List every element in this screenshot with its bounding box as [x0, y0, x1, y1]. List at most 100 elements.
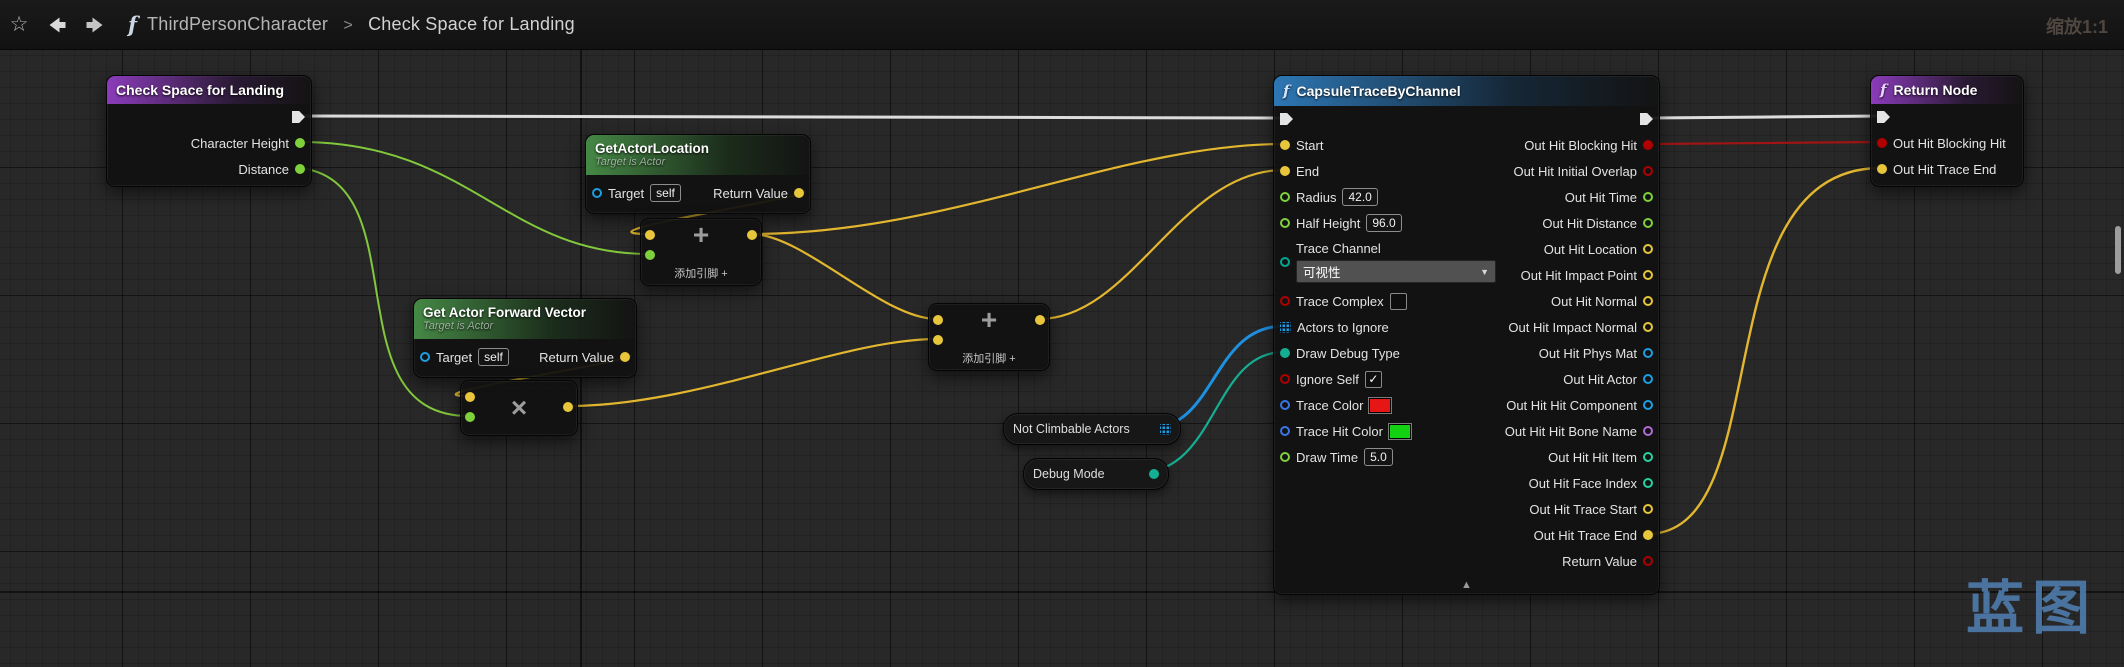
node-title: Get Actor Forward Vector: [423, 305, 587, 320]
exec-out-pin[interactable]: [292, 111, 305, 123]
out-hit-location-pin[interactable]: [1643, 244, 1653, 254]
ignore-self-pin[interactable]: [1280, 374, 1290, 384]
trace-color-swatch[interactable]: [1369, 397, 1392, 413]
target-pin[interactable]: [420, 352, 430, 362]
add-icon: +: [692, 219, 710, 250]
zoom-level-indicator: 缩放1:1: [2045, 17, 2108, 37]
end-pin[interactable]: [1280, 166, 1290, 176]
actor-array-pin[interactable]: [1160, 423, 1171, 435]
add-pin-button[interactable]: 添加引脚 +: [929, 350, 1049, 366]
output-pin[interactable]: [1035, 315, 1045, 325]
target-pin[interactable]: [592, 188, 602, 198]
character-height-pin[interactable]: [295, 138, 305, 148]
collapse-node-arrow[interactable]: ▲: [1274, 579, 1659, 591]
not-climbable-actors-node[interactable]: Not Climbable Actors: [1003, 413, 1181, 445]
vertical-scrollbar-thumb[interactable]: [2115, 226, 2121, 274]
node-header: Get Actor Forward Vector Target is Actor: [414, 299, 636, 339]
ignore-self-checkbox[interactable]: ✓: [1364, 370, 1382, 388]
target-value-box[interactable]: self: [650, 184, 681, 202]
return-node[interactable]: f Return Node Out Hit Blocking Hit Out H…: [1870, 75, 2024, 187]
radius-pin[interactable]: [1280, 192, 1290, 202]
output-pin[interactable]: [563, 402, 573, 412]
pin-label: Draw Time: [1296, 449, 1359, 465]
draw-debug-type-pin[interactable]: [1280, 348, 1290, 358]
pin-row-out-hit-blocking-hit: Out Hit Blocking Hit: [1871, 130, 2023, 156]
out-hit-face-index-pin[interactable]: [1643, 478, 1653, 488]
input-b-pin[interactable]: [933, 335, 943, 345]
pin-row-out-impact-normal: Out Hit Impact Normal: [1486, 314, 1659, 340]
out-hit-hit-bone-name-pin[interactable]: [1643, 426, 1653, 436]
exec-out-pin[interactable]: [1640, 113, 1653, 125]
trace-complex-pin[interactable]: [1280, 296, 1290, 306]
radius-value-input[interactable]: 42.0: [1342, 188, 1378, 206]
breadcrumb-item-function[interactable]: Check Space for Landing: [368, 14, 575, 34]
pin-label: Out Hit Hit Bone Name: [1504, 423, 1637, 439]
multiply-node[interactable]: ×: [460, 380, 578, 436]
target-value-box[interactable]: self: [478, 348, 509, 366]
input-a-pin[interactable]: [465, 392, 475, 402]
input-a-pin[interactable]: [645, 230, 655, 240]
node-header: GetActorLocation Target is Actor: [586, 135, 810, 175]
half-height-value-input[interactable]: 96.0: [1366, 214, 1402, 232]
out-hit-normal-pin[interactable]: [1643, 296, 1653, 306]
out-hit-blocking-hit-pin[interactable]: [1643, 140, 1653, 150]
trace-channel-pin[interactable]: [1280, 257, 1290, 267]
out-hit-trace-end-pin[interactable]: [1877, 164, 1887, 174]
exec-out-row: [107, 104, 311, 130]
out-hit-blocking-hit-pin[interactable]: [1877, 138, 1887, 148]
navigate-back-button[interactable]: [38, 0, 76, 49]
pin-row-ignore-self: Ignore Self ✓: [1274, 366, 1486, 392]
vector-add-node-1[interactable]: + 添加引脚 +: [640, 218, 762, 286]
exec-in-pin[interactable]: [1280, 113, 1293, 125]
favorite-button[interactable]: ☆: [0, 0, 38, 49]
out-hit-actor-pin[interactable]: [1643, 374, 1653, 384]
draw-time-value-input[interactable]: 5.0: [1364, 448, 1393, 466]
trace-hit-color-swatch[interactable]: [1388, 423, 1411, 439]
out-hit-impact-normal-pin[interactable]: [1643, 322, 1653, 332]
pin-row-out-normal: Out Hit Normal: [1486, 288, 1659, 314]
pin-row-distance: Distance: [107, 156, 311, 182]
blueprint-graph-canvas[interactable]: [0, 49, 2124, 667]
get-actor-forward-vector-node[interactable]: Get Actor Forward Vector Target is Actor…: [413, 298, 637, 378]
navigate-forward-button[interactable]: [76, 0, 114, 49]
out-hit-impact-point-pin[interactable]: [1643, 270, 1653, 280]
out-hit-time-pin[interactable]: [1643, 192, 1653, 202]
debug-mode-node[interactable]: Debug Mode: [1023, 458, 1169, 490]
input-a-pin[interactable]: [933, 315, 943, 325]
graph-breadcrumb-bar: ☆ f ThirdPersonCharacter > Check Space f…: [0, 0, 2124, 50]
out-hit-trace-start-pin[interactable]: [1643, 504, 1653, 514]
out-hit-trace-end-pin[interactable]: [1643, 530, 1653, 540]
input-b-pin[interactable]: [465, 412, 475, 422]
enum-output-pin[interactable]: [1149, 469, 1159, 479]
draw-time-pin[interactable]: [1280, 452, 1290, 462]
exec-in-pin[interactable]: [1877, 111, 1890, 123]
out-hit-phys-mat-pin[interactable]: [1643, 348, 1653, 358]
trace-hit-color-pin[interactable]: [1280, 426, 1290, 436]
out-hit-hit-item-pin[interactable]: [1643, 452, 1653, 462]
capsule-trace-by-channel-node[interactable]: f CapsuleTraceByChannel Start End Radius…: [1273, 75, 1660, 595]
return-value-pin[interactable]: [794, 188, 804, 198]
breadcrumb-item-blueprint[interactable]: ThirdPersonCharacter: [147, 14, 328, 34]
actors-to-ignore-pin[interactable]: [1280, 321, 1291, 333]
pin-row-out-phys-mat: Out Hit Phys Mat: [1486, 340, 1659, 366]
add-pin-button[interactable]: 添加引脚 +: [641, 265, 761, 281]
return-value-pin[interactable]: [620, 352, 630, 362]
output-pin[interactable]: [747, 230, 757, 240]
check-space-for-landing-node[interactable]: Check Space for Landing Character Height…: [106, 75, 312, 187]
return-value-pin[interactable]: [1643, 556, 1653, 566]
input-b-pin[interactable]: [645, 250, 655, 260]
trace-color-pin[interactable]: [1280, 400, 1290, 410]
start-pin[interactable]: [1280, 140, 1290, 150]
out-hit-initial-overlap-pin[interactable]: [1643, 166, 1653, 176]
pin-row-out-impact-point: Out Hit Impact Point: [1486, 262, 1659, 288]
trace-complex-checkbox[interactable]: [1389, 292, 1407, 310]
breadcrumb: ThirdPersonCharacter > Check Space for L…: [147, 14, 575, 35]
get-actor-location-node[interactable]: GetActorLocation Target is Actor Target …: [585, 134, 811, 214]
half-height-pin[interactable]: [1280, 218, 1290, 228]
vector-add-node-2[interactable]: + 添加引脚 +: [928, 303, 1050, 371]
distance-pin[interactable]: [295, 164, 305, 174]
out-hit-distance-pin[interactable]: [1643, 218, 1653, 228]
trace-channel-select[interactable]: 可视性 ▼: [1296, 260, 1496, 283]
out-hit-hit-component-pin[interactable]: [1643, 400, 1653, 410]
node-title: GetActorLocation: [595, 141, 710, 156]
